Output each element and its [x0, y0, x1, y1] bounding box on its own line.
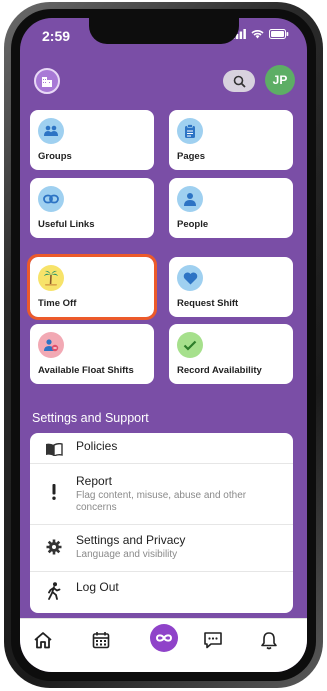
- search-button[interactable]: [223, 70, 255, 92]
- tile-label: Record Availability: [177, 365, 262, 376]
- tile-time-off[interactable]: Time Off: [27, 254, 157, 320]
- bottom-nav: [20, 618, 307, 672]
- person-icon: [177, 186, 203, 212]
- section-title: Settings and Support: [32, 411, 149, 425]
- wifi-icon: [251, 30, 264, 39]
- tile-pages[interactable]: Pages: [169, 110, 293, 170]
- book-icon: [44, 441, 64, 457]
- avatar[interactable]: JP: [265, 65, 295, 95]
- link-icon: [38, 186, 64, 212]
- tile-available-float-shifts[interactable]: Available Float Shifts: [30, 324, 154, 384]
- settings-item-subtitle: Flag content, misuse, abuse and other co…: [76, 490, 247, 513]
- heart-icon: [177, 265, 203, 291]
- exclamation-icon: [44, 482, 64, 502]
- infinity-icon: [155, 634, 172, 642]
- nav-center[interactable]: [149, 624, 178, 652]
- settings-item-title: Settings and Privacy: [76, 533, 186, 547]
- walking-person-icon: [44, 581, 64, 601]
- tile-record-availability[interactable]: Record Availability: [169, 324, 293, 384]
- chat-icon: [204, 632, 222, 649]
- building-icon: [42, 77, 52, 87]
- battery-icon: [269, 29, 289, 39]
- top-bar: JP: [20, 60, 307, 100]
- tile-label: Pages: [177, 151, 205, 162]
- settings-item-title: Policies: [76, 439, 118, 453]
- tile-useful-links[interactable]: Useful Links: [30, 178, 154, 238]
- tile-groups[interactable]: Groups: [30, 110, 154, 170]
- tile-label: Groups: [38, 151, 72, 162]
- float-shifts-icon: [38, 332, 64, 358]
- bell-icon: [261, 631, 277, 649]
- gear-icon: [44, 538, 64, 556]
- phone-frame: 2:59 JP Groups Pages Useful Links People…: [4, 2, 323, 688]
- settings-item-title: Report: [76, 474, 113, 488]
- tile-label: People: [177, 219, 209, 230]
- nav-home[interactable]: [30, 627, 56, 653]
- status-icons: [232, 29, 289, 39]
- tile-people[interactable]: People: [169, 178, 293, 238]
- settings-item-policies[interactable]: Policies: [30, 433, 293, 464]
- calendar-icon: [92, 632, 110, 649]
- settings-item-report[interactable]: Report Flag content, misuse, abuse and o…: [30, 464, 293, 525]
- tile-label: Useful Links: [38, 219, 95, 230]
- settings-item-subtitle: Language and visibility: [76, 549, 178, 560]
- app-screen: 2:59 JP Groups Pages Useful Links People…: [20, 18, 307, 672]
- nav-calendar[interactable]: [88, 627, 114, 653]
- tile-label: Available Float Shifts: [38, 365, 134, 376]
- settings-item-title: Log Out: [76, 580, 119, 594]
- search-icon: [233, 75, 246, 88]
- nav-notifications[interactable]: [256, 627, 282, 653]
- settings-panel: Policies Report Flag content, misuse, ab…: [30, 433, 293, 613]
- check-icon: [177, 332, 203, 358]
- phone-bezel: 2:59 JP Groups Pages Useful Links People…: [11, 9, 316, 681]
- tile-label: Request Shift: [177, 298, 239, 309]
- organization-button[interactable]: [34, 68, 60, 94]
- settings-item-log-out[interactable]: Log Out: [30, 572, 293, 613]
- palm-tree-icon: [38, 265, 64, 291]
- nav-chat[interactable]: [200, 627, 226, 653]
- clipboard-icon: [177, 118, 203, 144]
- tile-request-shift[interactable]: Request Shift: [169, 257, 293, 317]
- status-time: 2:59: [42, 28, 71, 44]
- settings-item-settings-and-privacy[interactable]: Settings and Privacy Language and visibi…: [30, 525, 293, 572]
- home-icon: [34, 632, 52, 649]
- groups-icon: [38, 118, 64, 144]
- phone-notch: [88, 18, 239, 44]
- tile-label: Time Off: [38, 298, 77, 309]
